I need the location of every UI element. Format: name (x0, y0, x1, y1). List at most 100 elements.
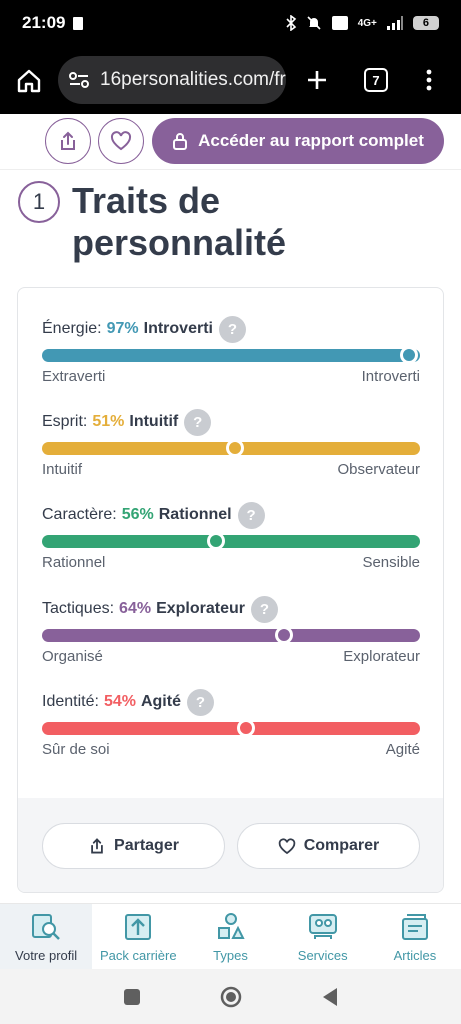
trait-ends: Organisé Explorateur (42, 648, 420, 665)
volte-icon (331, 16, 348, 30)
traits-card: Énergie: 97% Introverti? Extraverti Introver… (17, 287, 444, 893)
trait-percent: 56% (121, 506, 154, 523)
trait-name: Identité: (42, 693, 99, 710)
trait-label: Caractère: 56% Rationnel? (42, 500, 420, 530)
home-icon[interactable] (16, 68, 42, 94)
trait-bar (42, 626, 420, 644)
trait-name: Tactiques: (42, 600, 115, 617)
nav-item-types[interactable]: Types (184, 904, 276, 969)
trait-label: Tactiques: 64% Explorateur? (42, 594, 420, 624)
trait-right-label: Observateur (337, 461, 420, 478)
trait-percent: 54% (103, 693, 136, 710)
page-title: Traits de personnalité (72, 180, 287, 263)
site-settings-icon[interactable] (68, 71, 90, 89)
share-button[interactable] (45, 118, 91, 164)
trait-left-label: Organisé (42, 648, 103, 665)
heart-icon (278, 837, 295, 854)
trait-row: Énergie: 97% Introverti? Extraverti Introver… (42, 314, 420, 385)
trait-marker (274, 626, 293, 644)
trait-marker (237, 719, 256, 737)
lock-icon (173, 133, 188, 150)
share-profile-button[interactable]: Partager (42, 823, 225, 869)
nav-item-services[interactable]: Services (277, 904, 369, 969)
more-menu-icon[interactable] (424, 68, 434, 92)
trait-bar (42, 719, 420, 737)
bottom-navigation: Votre profil Pack carrière Types Service… (0, 903, 461, 969)
full-report-button[interactable]: Accéder au rapport complet (152, 118, 444, 164)
trait-row: Identité: 54% Agité? Sûr de soi Agité (42, 687, 420, 758)
address-bar[interactable]: 16personalities.com/fr (58, 56, 286, 104)
trait-dominant: Introverti (143, 320, 213, 337)
articles-icon (401, 913, 428, 940)
trait-left-label: Sûr de soi (42, 741, 110, 758)
trait-row: Tactiques: 64% Explorateur? Organisé Explora… (42, 594, 420, 665)
trait-name: Esprit: (42, 413, 88, 430)
trait-dominant: Intuitif (129, 413, 179, 430)
trait-name: Énergie: (42, 320, 102, 337)
trait-label: Identité: 54% Agité? (42, 687, 420, 717)
action-row: Accéder au rapport complet (0, 114, 461, 170)
full-report-label: Accéder au rapport complet (198, 131, 424, 150)
trait-ends: Intuitif Observateur (42, 461, 420, 478)
career-icon (125, 913, 152, 940)
compare-label: Comparer (303, 837, 380, 854)
mute-icon (307, 16, 321, 30)
trait-dominant: Agité (140, 693, 181, 710)
battery-indicator: 6 (412, 16, 439, 30)
trait-dominant: Rationnel (158, 506, 232, 523)
trait-marker (399, 346, 418, 364)
system-navigation (0, 969, 461, 1024)
share-icon (61, 131, 75, 150)
compare-button[interactable]: Comparer (237, 823, 420, 869)
back-icon[interactable] (321, 987, 339, 1007)
network-type: 4G+ (357, 17, 377, 29)
services-icon (308, 913, 337, 939)
trait-label: Énergie: 97% Introverti? (42, 314, 420, 344)
trait-marker (206, 532, 225, 550)
status-time: 21:09 (22, 13, 66, 32)
help-icon[interactable]: ? (237, 501, 265, 529)
help-icon[interactable]: ? (251, 595, 278, 623)
signal-icon (386, 16, 403, 30)
trait-right-label: Introverti (361, 368, 420, 385)
trait-right-label: Explorateur (343, 648, 420, 665)
recents-icon[interactable] (123, 988, 141, 1006)
nav-item-articles[interactable]: Articles (369, 904, 461, 969)
new-tab-icon[interactable] (306, 69, 328, 91)
trait-row: Caractère: 56% Rationnel? Rationnel Sensible (42, 500, 420, 571)
url-text: 16personalities.com/fr (100, 69, 286, 90)
card-footer: Partager Comparer (18, 798, 443, 892)
help-icon[interactable]: ? (184, 408, 212, 436)
nav-label-services: Services (297, 947, 348, 963)
nav-label-career: Pack carrière (100, 947, 177, 963)
nav-item-career[interactable]: Pack carrière (92, 904, 184, 969)
trait-ends: Sûr de soi Agité (42, 741, 420, 758)
trait-name: Caractère: (42, 506, 117, 523)
home-circle-icon[interactable] (219, 985, 243, 1009)
tab-switcher-button[interactable]: 7 (364, 68, 388, 92)
trait-percent: 51% (92, 413, 125, 430)
section-number: 1 (18, 181, 60, 223)
status-bar: 21:09 4G+ 6 (0, 0, 461, 46)
trait-right-label: Agité (385, 741, 420, 758)
nav-label-profile: Votre profil (15, 947, 78, 963)
trait-left-label: Rationnel (42, 554, 106, 571)
trait-bar (42, 346, 420, 364)
favorite-button[interactable] (98, 118, 144, 164)
nav-label-types: Types (213, 947, 248, 963)
nav-item-profile[interactable]: Votre profil (0, 904, 93, 969)
search-profile-icon (32, 913, 60, 940)
types-icon (217, 912, 245, 939)
share-profile-label: Partager (114, 837, 179, 854)
trait-label: Esprit: 51% Intuitif? (42, 407, 420, 437)
trait-bar (42, 439, 420, 457)
help-icon[interactable]: ? (218, 315, 246, 343)
trait-percent: 97% (106, 320, 139, 337)
trait-dominant: Explorateur (156, 600, 245, 617)
status-icons: 4G+ 6 (285, 15, 439, 31)
help-icon[interactable]: ? (186, 688, 214, 716)
trait-right-label: Sensible (362, 554, 420, 571)
bluetooth-icon (286, 15, 296, 31)
trait-marker (225, 439, 244, 457)
heart-icon (110, 131, 132, 151)
